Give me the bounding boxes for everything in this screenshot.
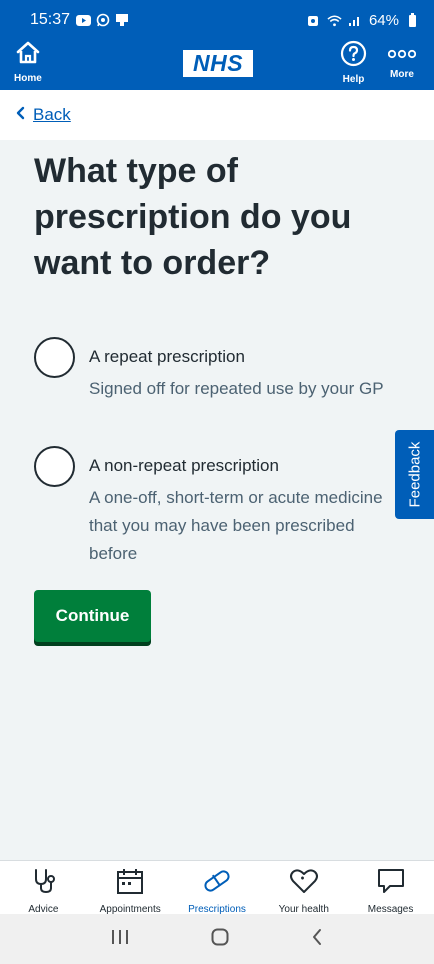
radio-text-non-repeat: A non-repeat prescription A one-off, sho… xyxy=(89,446,389,568)
wifi-icon xyxy=(327,14,342,27)
status-time: 15:37 xyxy=(30,11,71,28)
more-dots-icon xyxy=(388,40,416,67)
status-notification-icons xyxy=(76,13,129,27)
radio-button-repeat[interactable] xyxy=(34,337,75,378)
android-system-nav xyxy=(0,914,434,964)
back-bar: Back xyxy=(0,90,434,140)
radio-option-non-repeat[interactable]: A non-repeat prescription A one-off, sho… xyxy=(34,446,389,568)
app-header: Home NHS Help More xyxy=(0,40,434,90)
nav-item-appointments[interactable]: Appointments xyxy=(87,861,174,915)
radio-label-non-repeat[interactable]: A non-repeat prescription xyxy=(89,456,389,476)
radio-button-non-repeat[interactable] xyxy=(34,446,75,487)
back-link[interactable]: Back xyxy=(16,105,71,125)
message-icon xyxy=(376,867,406,900)
stethoscope-icon xyxy=(30,867,56,900)
recent-apps-icon[interactable] xyxy=(111,929,129,950)
help-icon xyxy=(340,40,367,72)
radio-label-repeat[interactable]: A repeat prescription xyxy=(89,347,389,367)
home-icon xyxy=(15,40,41,71)
nav-item-messages[interactable]: Messages xyxy=(347,861,434,915)
calendar-icon xyxy=(116,867,144,900)
radio-text-repeat: A repeat prescription Signed off for rep… xyxy=(89,337,389,403)
status-left: 15:37 xyxy=(30,11,129,29)
nav-item-your-health[interactable]: Your health xyxy=(260,861,347,915)
signal-icon xyxy=(348,14,363,27)
feedback-tab[interactable]: Feedback xyxy=(395,430,434,519)
more-label: More xyxy=(390,69,414,80)
back-label: Back xyxy=(33,105,71,124)
home-label: Home xyxy=(14,73,42,84)
back-system-icon[interactable] xyxy=(311,928,323,951)
home-system-icon[interactable] xyxy=(211,928,229,951)
whatsapp-icon xyxy=(95,13,110,27)
more-button[interactable]: More xyxy=(388,40,416,80)
heart-icon xyxy=(289,867,319,900)
radio-hint-repeat: Signed off for repeated use by your GP xyxy=(89,379,384,398)
nhs-logo: NHS xyxy=(183,50,253,77)
radio-hint-non-repeat: A one-off, short-term or acute medicine … xyxy=(89,488,383,563)
battery-percentage: 64% xyxy=(368,11,399,29)
alarm-icon xyxy=(306,14,321,27)
battery-icon xyxy=(405,13,420,27)
continue-button[interactable]: Continue xyxy=(34,590,151,642)
help-button[interactable]: Help xyxy=(340,40,367,85)
radio-option-repeat[interactable]: A repeat prescription Signed off for rep… xyxy=(34,337,389,403)
status-right: 64% xyxy=(306,12,420,29)
home-button[interactable]: Home xyxy=(14,40,42,84)
nav-item-prescriptions[interactable]: Prescriptions xyxy=(174,861,261,915)
page-title: What type of prescription do you want to… xyxy=(34,152,352,282)
screenshot-icon xyxy=(114,14,129,27)
youtube-icon xyxy=(76,14,92,27)
feedback-label: Feedback xyxy=(406,441,423,508)
pill-icon xyxy=(202,867,232,900)
chevron-left-icon xyxy=(16,105,25,125)
help-label: Help xyxy=(342,74,365,85)
status-bar: 15:37 64% xyxy=(0,0,434,40)
bottom-nav: Advice Appointments Prescriptions Your h… xyxy=(0,860,434,915)
nav-item-advice[interactable]: Advice xyxy=(0,861,87,915)
